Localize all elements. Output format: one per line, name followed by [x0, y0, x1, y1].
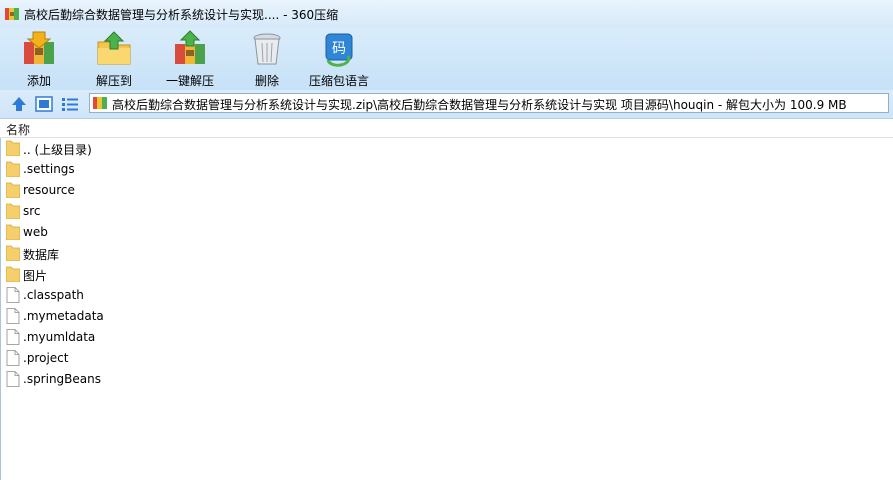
zip-archive-icon	[93, 97, 107, 109]
list-item[interactable]: .myumldata	[0, 327, 893, 348]
list-item[interactable]: src	[0, 201, 893, 222]
title-bar: 高校后勤综合数据管理与分析系统设计与实现.... - 360压缩	[0, 0, 893, 28]
folder-icon	[6, 245, 20, 261]
column-header-label: 名称	[6, 123, 31, 137]
folder-icon	[6, 266, 20, 282]
file-name: .. (上级目录)	[23, 143, 92, 157]
one-click-extract-icon	[175, 30, 205, 64]
file-name: src	[23, 204, 41, 218]
window-title: 高校后勤综合数据管理与分析系统设计与实现.... - 360压缩	[24, 8, 339, 22]
path-field[interactable]: 高校后勤综合数据管理与分析系统设计与实现.zip\高校后勤综合数据管理与分析系统…	[89, 93, 889, 113]
large-icon-view-icon[interactable]	[35, 95, 53, 113]
file-name: resource	[23, 183, 75, 197]
extract-to-label: 解压到	[95, 74, 132, 88]
file-name: 图片	[23, 269, 48, 283]
address-bar: 高校后勤综合数据管理与分析系统设计与实现.zip\高校后勤综合数据管理与分析系统…	[0, 90, 893, 119]
folder-icon	[6, 224, 20, 240]
file-name: web	[23, 225, 48, 239]
file-icon	[6, 287, 20, 303]
delete-button[interactable]: 删除	[248, 28, 286, 90]
file-name: .mymetadata	[23, 309, 104, 323]
file-name: .project	[23, 351, 69, 365]
svg-text:码: 码	[332, 41, 346, 57]
delete-label: 删除	[254, 74, 279, 88]
up-arrow-icon[interactable]	[10, 95, 28, 113]
extract-to-icon	[97, 31, 131, 65]
folder-icon	[6, 182, 20, 198]
add-button[interactable]: 添加	[20, 28, 58, 90]
folder-icon	[6, 140, 20, 156]
list-item[interactable]: .project	[0, 348, 893, 369]
list-item[interactable]: resource	[0, 180, 893, 201]
app-archive-icon	[5, 8, 19, 20]
list-item[interactable]: .springBeans	[0, 369, 893, 390]
file-name: .classpath	[23, 288, 84, 302]
toolbar: 添加 解压到 一键解压 删除 码 压缩包语言	[0, 28, 893, 90]
column-header-name[interactable]: 名称	[0, 119, 893, 138]
extract-to-button[interactable]: 解压到	[95, 28, 133, 90]
add-label: 添加	[26, 74, 51, 88]
list-item[interactable]: .. (上级目录)	[0, 138, 893, 159]
list-item[interactable]: web	[0, 222, 893, 243]
file-name: .myumldata	[23, 330, 96, 344]
file-name: .springBeans	[23, 372, 101, 386]
list-item[interactable]: .settings	[0, 159, 893, 180]
file-icon	[6, 308, 20, 324]
folder-icon	[6, 161, 20, 177]
list-item[interactable]: .mymetadata	[0, 306, 893, 327]
one-click-extract-button[interactable]: 一键解压	[166, 28, 214, 90]
delete-bin-icon	[253, 33, 281, 65]
file-icon	[6, 350, 20, 366]
archive-language-button[interactable]: 码 压缩包语言	[309, 28, 369, 90]
file-name: .settings	[23, 162, 75, 176]
archive-language-icon: 码	[325, 33, 353, 67]
archive-language-label: 压缩包语言	[309, 74, 370, 88]
one-click-extract-label: 一键解压	[166, 74, 215, 88]
list-item[interactable]: .classpath	[0, 285, 893, 306]
file-name: 数据库	[23, 248, 60, 262]
file-list: .. (上级目录) .settings resource src web 数据库图片 .cl…	[0, 138, 893, 390]
path-text: 高校后勤综合数据管理与分析系统设计与实现.zip\高校后勤综合数据管理与分析系统…	[112, 98, 847, 112]
list-item[interactable]: 数据库	[0, 243, 893, 264]
file-icon	[6, 371, 20, 387]
folder-icon	[6, 203, 20, 219]
list-view-icon[interactable]	[61, 95, 79, 113]
add-archive-icon	[24, 31, 54, 64]
file-icon	[6, 329, 20, 345]
list-item[interactable]: 图片	[0, 264, 893, 285]
